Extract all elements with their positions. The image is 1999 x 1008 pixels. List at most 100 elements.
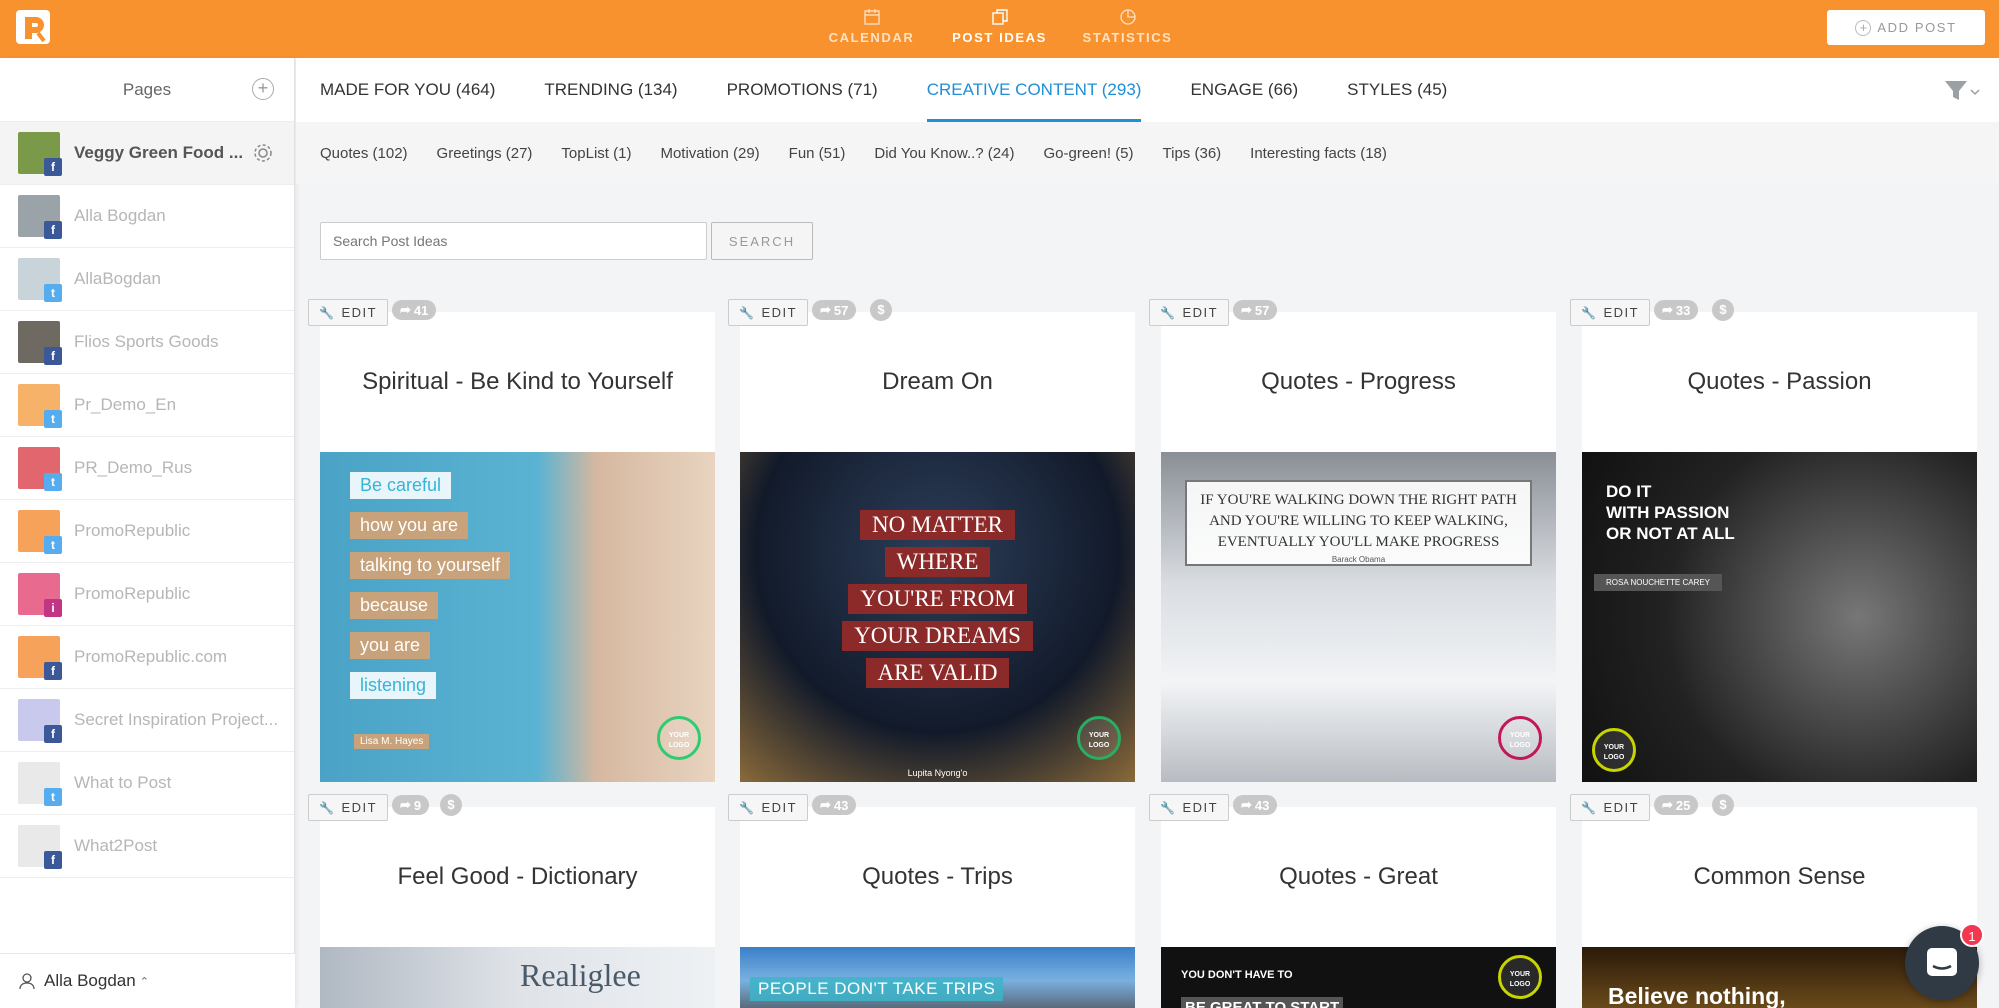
subtab-item[interactable]: Tips (36) (1163, 145, 1222, 162)
card-title: Quotes - Passion (1687, 368, 1872, 395)
page-name: Alla Bogdan (74, 206, 166, 225)
subtab-item[interactable]: Motivation (29) (660, 145, 759, 162)
card-image[interactable]: DO IT WITH PASSION OR NOT AT ALL ROSA NOUCH… (1582, 452, 1977, 782)
page-avatar: f (18, 321, 62, 365)
edit-button[interactable]: 🔧 EDIT (308, 299, 389, 326)
paid-icon: $ (870, 299, 892, 321)
post-idea-card[interactable]: Quotes - Great YOU DON'T HAVE TO BE GREAT … (1161, 807, 1556, 1008)
image-quote-line: Be careful (350, 472, 452, 499)
page-item[interactable]: t Pr_Demo_En (0, 374, 294, 437)
card-image[interactable]: PEOPLE DON'T TAKE TRIPS (740, 947, 1135, 1008)
page-name: PromoRepublic (74, 584, 191, 603)
edit-label: EDIT (1603, 305, 1640, 320)
page-item[interactable]: i PromoRepublic (0, 563, 294, 626)
facebook-icon: f (44, 851, 62, 869)
page-avatar: f (18, 699, 62, 743)
filter-icon[interactable] (1943, 78, 1983, 104)
page-item[interactable]: t PR_Demo_Rus (0, 437, 294, 500)
post-idea-card[interactable]: Spiritual - Be Kind to Yourself Be carefu… (320, 312, 715, 782)
your-logo-badge: YOUR LOGO (1498, 716, 1542, 760)
edit-button[interactable]: 🔧 EDIT (1149, 794, 1230, 821)
page-item[interactable]: t PromoRepublic (0, 500, 294, 563)
add-page-icon[interactable]: + (252, 78, 274, 100)
shares-value: 41 (413, 302, 429, 318)
image-quote-line: NO MATTER (860, 510, 1015, 540)
your-logo-badge: YOUR LOGO (1498, 955, 1542, 999)
nav-statistics[interactable]: STATISTICS (1064, 8, 1192, 45)
page-item[interactable]: f Alla Bogdan (0, 185, 294, 248)
image-quote-line: DO IT (1606, 482, 1652, 501)
card-image[interactable]: YOU DON'T HAVE TO BE GREAT TO START YOUR L… (1161, 947, 1556, 1008)
page-item[interactable]: f Flios Sports Goods (0, 311, 294, 374)
tab-item[interactable]: STYLES (45) (1347, 58, 1447, 122)
user-name: Alla Bogdan (44, 971, 136, 990)
tab-item[interactable]: MADE FOR YOU (464) (320, 58, 495, 122)
image-quote-line: IF YOU'RE WALKING DOWN THE RIGHT PATH (1200, 492, 1517, 508)
subtab-item[interactable]: Greetings (27) (437, 145, 533, 162)
edit-button[interactable]: 🔧 EDIT (1149, 299, 1230, 326)
post-idea-card[interactable]: Dream On NO MATTER WHERE YOU'RE FROM YOUR DR… (740, 312, 1135, 782)
edit-button[interactable]: 🔧 EDIT (1570, 794, 1651, 821)
instagram-icon: i (44, 599, 62, 617)
nav-post-ideas-label: POST IDEAS (952, 30, 1047, 45)
sidebar-header: Pages + (0, 58, 294, 122)
tab-list: MADE FOR YOU (464) TRENDING (134) PROMOTIO… (320, 58, 1496, 122)
subtab-item[interactable]: Did You Know..? (24) (874, 145, 1014, 162)
page-item[interactable]: f What2Post (0, 815, 294, 878)
card-image[interactable]: NO MATTER WHERE YOU'RE FROM YOUR DREAMS ARE … (740, 452, 1135, 782)
post-idea-card[interactable]: Quotes - Passion DO IT WITH PASSION OR NOT … (1582, 312, 1977, 782)
nav-calendar-label: CALENDAR (828, 30, 915, 45)
page-item[interactable]: f Veggy Green Food ... (0, 122, 294, 185)
main-nav: CALENDAR POST IDEAS STATISTICS (0, 8, 1999, 45)
facebook-icon: f (44, 725, 62, 743)
page-avatar: f (18, 825, 62, 869)
page-item[interactable]: f PromoRepublic.com (0, 626, 294, 689)
edit-button[interactable]: 🔧 EDIT (728, 794, 809, 821)
chat-unread-badge: 1 (1960, 923, 1984, 947)
wrench-icon: 🔧 (1581, 305, 1598, 320)
edit-label: EDIT (1182, 305, 1219, 320)
copy-icon (991, 9, 1008, 25)
nav-post-ideas[interactable]: POST IDEAS (936, 8, 1064, 45)
nav-calendar[interactable]: CALENDAR (808, 8, 936, 45)
search-input[interactable] (320, 222, 707, 260)
edit-label: EDIT (341, 305, 378, 320)
page-avatar: t (18, 384, 62, 428)
tab-item[interactable]: TRENDING (134) (544, 58, 677, 122)
subtab-item[interactable]: Fun (51) (789, 145, 846, 162)
user-menu[interactable]: Alla Bogdan ⌃ (0, 953, 295, 1008)
subtab-item[interactable]: TopList (1) (561, 145, 631, 162)
image-quote-line: WHERE (884, 547, 991, 577)
page-item[interactable]: t AllaBogdan (0, 248, 294, 311)
tab-item[interactable]: PROMOTIONS (71) (727, 58, 878, 122)
edit-button[interactable]: 🔧 EDIT (308, 794, 389, 821)
page-item[interactable]: t What to Post (0, 752, 294, 815)
card-title: Dream On (882, 368, 993, 395)
add-post-button[interactable]: + ADD POST (1827, 10, 1985, 45)
post-idea-card[interactable]: Quotes - Progress IF YOU'RE WALKING DOWN … (1161, 312, 1556, 782)
tab-item[interactable]: ENGAGE (66) (1190, 58, 1298, 122)
edit-button[interactable]: 🔧 EDIT (728, 299, 809, 326)
facebook-icon: f (44, 662, 62, 680)
search-button[interactable]: SEARCH (711, 222, 813, 260)
page-item[interactable]: f Secret Inspiration Project... (0, 689, 294, 752)
edit-button[interactable]: 🔧 EDIT (1570, 299, 1651, 326)
subtab-item[interactable]: Go-green! (5) (1043, 145, 1133, 162)
subtab-item[interactable]: Interesting facts (18) (1250, 145, 1387, 162)
subcategory-tabs: Quotes (102) Greetings (27) TopList (1) Mot… (296, 122, 1999, 184)
subtab-item[interactable]: Quotes (102) (320, 145, 408, 162)
post-idea-card[interactable]: Quotes - Trips PEOPLE DON'T TAKE TRIPS (740, 807, 1135, 1008)
post-idea-card[interactable]: Feel Good - Dictionary Realiglee (320, 807, 715, 1008)
edit-label: EDIT (1182, 800, 1219, 815)
gear-icon[interactable] (252, 142, 274, 164)
tab-item[interactable]: CREATIVE CONTENT (293) (926, 58, 1141, 122)
card-image[interactable]: Realiglee (320, 947, 715, 1008)
page-name: PR_Demo_Rus (74, 458, 193, 477)
image-quote-box: IF YOU'RE WALKING DOWN THE RIGHT PATH AND… (1185, 480, 1532, 566)
shares-count: ➦ 43 (812, 795, 857, 815)
card-image[interactable]: Be careful how you are talking to yourself… (320, 452, 715, 782)
wrench-icon: 🔧 (739, 305, 756, 320)
card-image[interactable]: IF YOU'RE WALKING DOWN THE RIGHT PATH AND… (1161, 452, 1556, 782)
image-quote-line: how you are (350, 512, 469, 539)
image-quote-line: YOUR DREAMS (842, 621, 1033, 651)
